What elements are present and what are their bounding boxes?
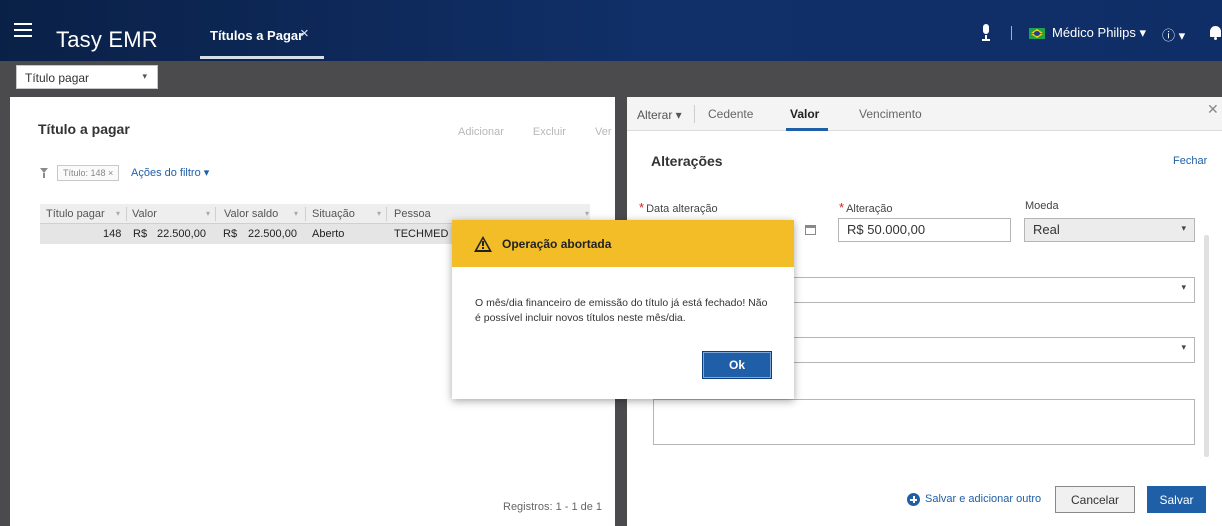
cell-valor-saldo: 22.500,00 (248, 228, 297, 240)
info-icon: ⓘ (1162, 28, 1176, 43)
scrollbar[interactable] (1204, 235, 1209, 457)
records-count: Registros: 1 - 1 de 1 (503, 501, 603, 513)
plus-circle-icon[interactable] (907, 493, 920, 506)
save-and-add-another-link[interactable]: Salvar e adicionar outro (925, 493, 1041, 505)
data-alteracao-label-text: Data alteração (646, 203, 718, 215)
alteracao-label-text: Alteração (846, 203, 893, 215)
data-alteracao-label: * Data alteração (639, 200, 718, 215)
chevron-down-icon: ▾ (1181, 282, 1186, 292)
alterar-menu[interactable]: Alterar ▾ (637, 108, 682, 122)
alteracao-label: * Alteração (839, 200, 893, 215)
user-menu[interactable]: Médico Philips ▾ (1052, 25, 1146, 41)
add-button[interactable]: Adicionar (458, 126, 504, 138)
chevron-down-icon[interactable]: ▾ (116, 209, 120, 218)
chevron-down-icon: ▾ (1178, 28, 1186, 43)
app-title: Tasy EMR (56, 27, 158, 52)
ok-button[interactable]: Ok (702, 351, 772, 379)
tab-titulos-a-pagar[interactable]: Títulos a Pagar × (200, 11, 324, 59)
section-title: Alterações (651, 153, 723, 169)
info-menu[interactable]: ⓘ ▾ (1162, 25, 1185, 44)
chevron-down-icon: ▾ (1181, 223, 1186, 233)
column-header-valor[interactable]: Valor (132, 208, 157, 220)
tab-label: Títulos a Pagar (210, 28, 304, 43)
cell-saldo-currency: R$ (223, 228, 238, 240)
warning-icon (474, 236, 492, 252)
chevron-down-icon[interactable]: ▾ (206, 209, 210, 218)
moeda-select[interactable]: Real ▾ (1024, 218, 1195, 242)
cancel-button[interactable]: Cancelar (1055, 486, 1135, 513)
chevron-down-icon: ▾ (1139, 25, 1146, 40)
required-mark: * (839, 200, 845, 215)
cell-valor: 22.500,00 (157, 228, 206, 240)
user-name: Médico Philips (1052, 25, 1136, 40)
active-tab-indicator (786, 128, 828, 131)
tab-valor[interactable]: Valor (790, 107, 819, 121)
close-tab-icon[interactable]: × (300, 25, 309, 42)
save-button[interactable]: Salvar (1147, 486, 1206, 513)
column-header-pessoa[interactable]: Pessoa (394, 208, 431, 220)
header-divider (1011, 26, 1012, 40)
context-select[interactable]: Título pagar ▾ (16, 65, 158, 89)
alteracao-field[interactable]: R$ 50.000,00 (838, 218, 1011, 242)
chevron-down-icon[interactable]: ▾ (294, 209, 298, 218)
required-mark: * (639, 200, 645, 215)
panel-tab-bar: Alterar ▾ Cedente Valor Vencimento ✕ (627, 97, 1222, 131)
column-header-titulo-pagar[interactable]: Título pagar (46, 208, 105, 220)
delete-button[interactable]: Excluir (533, 126, 566, 138)
alert-dialog-header: Operação abortada (452, 220, 794, 267)
close-icon[interactable]: ✕ (1207, 101, 1219, 118)
filter-icon (40, 168, 48, 178)
column-divider (386, 207, 387, 221)
cell-situacao: Aberto (312, 228, 345, 240)
moeda-label: Moeda (1025, 200, 1059, 212)
cell-valor-currency: R$ (133, 228, 148, 240)
sub-toolbar (0, 61, 1222, 94)
chevron-down-icon: ▾ (1181, 342, 1186, 352)
chevron-down-icon[interactable]: ▾ (377, 209, 381, 218)
context-select-value: Título pagar (25, 71, 90, 85)
tab-divider (694, 105, 695, 123)
column-header-situacao[interactable]: Situação (312, 208, 355, 220)
panel-title: Título a pagar (38, 121, 130, 137)
hamburger-menu-icon[interactable] (14, 23, 32, 37)
notification-bell-icon[interactable] (1209, 26, 1222, 41)
column-header-valor-saldo[interactable]: Valor saldo (224, 208, 278, 220)
filter-actions-menu[interactable]: Ações do filtro ▾ (131, 166, 209, 179)
filter-chip[interactable]: Título: 148 × (57, 165, 120, 181)
column-divider (305, 207, 306, 221)
screen: Tasy EMR Títulos a Pagar × Médico Philip… (0, 0, 1222, 526)
panel-actions: Adicionar Excluir Ver (458, 126, 638, 138)
top-bar: Tasy EMR Títulos a Pagar × Médico Philip… (0, 0, 1222, 61)
tab-cedente[interactable]: Cedente (708, 107, 753, 121)
column-divider (215, 207, 216, 221)
brazil-flag-icon (1029, 28, 1045, 39)
close-section-link[interactable]: Fechar (1173, 155, 1207, 167)
chevron-down-icon: ▾ (142, 71, 147, 81)
calendar-icon[interactable] (805, 225, 816, 235)
alert-dialog-title: Operação abortada (502, 237, 612, 251)
observation-textarea[interactable] (653, 399, 1195, 445)
moeda-value: Real (1033, 222, 1060, 237)
alert-dialog: Operação abortada O mês/dia financeiro d… (452, 220, 794, 399)
alert-dialog-message: O mês/dia financeiro de emissão do títul… (475, 297, 768, 324)
column-divider (126, 207, 127, 221)
microphone-icon[interactable] (980, 24, 992, 42)
chevron-down-icon[interactable]: ▾ (585, 209, 589, 218)
alteracao-value: R$ 50.000,00 (847, 222, 926, 237)
cell-titulo: 148 (103, 228, 122, 240)
tab-vencimento[interactable]: Vencimento (859, 107, 922, 121)
view-button[interactable]: Ver (595, 126, 612, 138)
